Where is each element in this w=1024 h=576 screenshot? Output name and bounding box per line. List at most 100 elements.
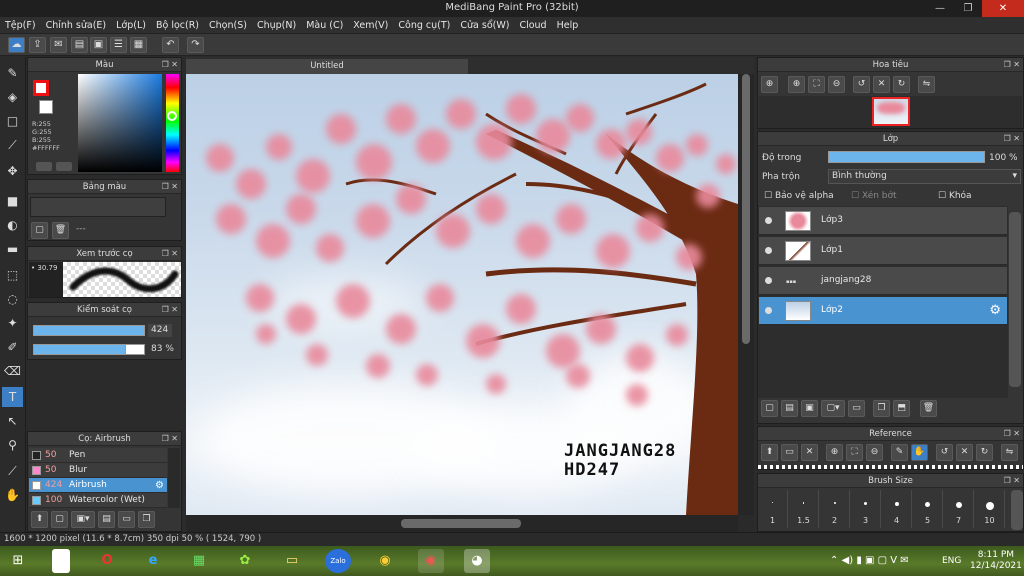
new-layer-icon[interactable]: ▢ bbox=[761, 400, 778, 417]
grid-icon[interactable]: ▦ bbox=[130, 37, 147, 53]
edge-icon[interactable]: e bbox=[140, 549, 166, 573]
horizontal-scroll-thumb[interactable] bbox=[401, 519, 521, 528]
brush-item[interactable]: 50 Pen bbox=[29, 448, 167, 463]
lasso-tool-icon[interactable]: ◌ bbox=[2, 289, 23, 309]
folder-icon[interactable]: ▭ bbox=[279, 549, 305, 573]
delete-palette-icon[interactable]: 🗑 bbox=[52, 222, 69, 239]
menu-view[interactable]: Xem(V) bbox=[348, 17, 393, 34]
zalo-icon[interactable]: Zalo bbox=[325, 549, 351, 573]
zoom-out-icon[interactable]: ⊖ bbox=[866, 444, 883, 461]
foreground-color-swatch[interactable] bbox=[33, 80, 49, 96]
comment-icon[interactable]: ✉ bbox=[50, 37, 67, 53]
fit-window-icon[interactable]: ⛶ bbox=[808, 76, 825, 93]
open-folder-icon[interactable]: ▭ bbox=[781, 444, 798, 461]
brush-item[interactable]: 50 Blur bbox=[29, 463, 167, 478]
new-halftone-layer-icon[interactable]: ▤ bbox=[781, 400, 798, 417]
eye-icon[interactable] bbox=[765, 307, 772, 314]
select-eraser-tool-icon[interactable]: ⌫ bbox=[2, 361, 23, 381]
new-brush-icon[interactable]: ▢ bbox=[51, 511, 68, 528]
layer-row[interactable]: Lớp1 bbox=[759, 237, 1007, 265]
divide-tool-icon[interactable]: ⟋ bbox=[2, 461, 23, 481]
palette-swatch-area[interactable] bbox=[30, 197, 166, 217]
hand-icon[interactable]: ✋ bbox=[911, 444, 928, 461]
eye-icon[interactable] bbox=[765, 277, 772, 284]
close-reference-icon[interactable]: ✕ bbox=[801, 444, 818, 461]
gear-icon[interactable]: ⚙ bbox=[155, 478, 164, 493]
duplicate-layer-icon[interactable]: ❐ bbox=[873, 400, 890, 417]
layer-menu-icon[interactable]: ▢▾ bbox=[821, 400, 845, 417]
layer-row[interactable]: Lớp3 bbox=[759, 207, 1007, 235]
operation-tool-icon[interactable]: ↖ bbox=[2, 411, 23, 431]
restore-button[interactable]: ❐ bbox=[954, 0, 982, 17]
merge-layer-icon[interactable]: ⬒ bbox=[893, 400, 910, 417]
new-palette-icon[interactable]: ▢ bbox=[31, 222, 48, 239]
menu-file[interactable]: Tệp(F) bbox=[0, 17, 41, 34]
eye-icon[interactable] bbox=[765, 217, 772, 224]
panel-close-icon[interactable]: ❐ ✕ bbox=[162, 58, 178, 72]
brush-size-option[interactable]: 10 bbox=[975, 490, 1005, 528]
opacity-slider[interactable] bbox=[33, 344, 145, 355]
remove-color-icon[interactable] bbox=[56, 162, 72, 171]
undo-button[interactable]: ↶ bbox=[162, 37, 179, 53]
gradient-tool-icon[interactable]: ▬ bbox=[2, 239, 23, 259]
eye-icon[interactable] bbox=[765, 247, 772, 254]
hand-tool-icon[interactable]: ✋ bbox=[2, 485, 23, 505]
hue-handle[interactable] bbox=[167, 111, 177, 121]
menu-edit[interactable]: Chỉnh sửa(E) bbox=[41, 17, 112, 34]
brush-size-option[interactable]: 3 bbox=[851, 490, 881, 528]
opera-icon[interactable]: O bbox=[94, 549, 120, 573]
flip-icon[interactable]: ⇋ bbox=[918, 76, 935, 93]
magic-wand-tool-icon[interactable]: ✦ bbox=[2, 313, 23, 333]
panel-close-icon[interactable]: ❐ ✕ bbox=[162, 432, 178, 446]
brush-size-option[interactable]: 5 bbox=[913, 490, 943, 528]
clock[interactable]: 8:11 PM 12/14/2021 bbox=[970, 550, 1022, 572]
menu-tools[interactable]: Công cụ(T) bbox=[393, 17, 455, 34]
blend-mode-select[interactable]: Bình thường ▾ bbox=[828, 169, 1021, 184]
medibang-icon[interactable]: ◕ bbox=[464, 549, 490, 573]
add-color-icon[interactable] bbox=[36, 162, 52, 171]
zoom-in-icon[interactable]: ⊕ bbox=[826, 444, 843, 461]
rotate-right-icon[interactable]: ↻ bbox=[976, 444, 993, 461]
text-tool-icon[interactable]: T bbox=[2, 387, 23, 407]
reset-view-icon[interactable]: ✕ bbox=[873, 76, 890, 93]
brush-size-option[interactable]: 4 bbox=[882, 490, 912, 528]
minimize-button[interactable]: — bbox=[926, 0, 954, 17]
delete-layer-icon[interactable]: 🗑 bbox=[920, 400, 937, 417]
panel-close-icon[interactable]: ❐ ✕ bbox=[1004, 427, 1020, 441]
brush-doc-icon[interactable]: ▤ bbox=[98, 511, 115, 528]
move-tool-icon[interactable]: ✥ bbox=[2, 161, 23, 181]
eyedropper-tool-icon[interactable]: ⚲ bbox=[2, 435, 23, 455]
menu-layer[interactable]: Lớp(L) bbox=[111, 17, 151, 34]
folder-icon[interactable]: ▭ bbox=[848, 400, 865, 417]
menu-color[interactable]: Màu (C) bbox=[301, 17, 348, 34]
brush-item[interactable]: 100 Watercolor (Wet) bbox=[29, 493, 167, 508]
fill-rect-tool-icon[interactable]: ■ bbox=[2, 191, 23, 211]
panel-close-icon[interactable]: ❐ ✕ bbox=[162, 180, 178, 194]
redo-button[interactable]: ↷ bbox=[187, 37, 204, 53]
clipping-checkbox[interactable]: ☐ Xén bớt bbox=[851, 191, 897, 201]
select-pen-tool-icon[interactable]: ✐ bbox=[2, 337, 23, 357]
layer-opacity-slider[interactable] bbox=[828, 151, 985, 163]
add-brush-icon[interactable]: ⬆ bbox=[31, 511, 48, 528]
chrome-icon[interactable]: ◉ bbox=[372, 549, 398, 573]
rotate-left-icon[interactable]: ↺ bbox=[936, 444, 953, 461]
layer-scrollbar[interactable] bbox=[1009, 212, 1021, 387]
brush-size-option[interactable]: 1.5 bbox=[789, 490, 819, 528]
layer-row[interactable]: ▪▪▪ jangjang28 bbox=[759, 267, 1007, 295]
brush-copy-icon[interactable]: ❐ bbox=[138, 511, 155, 528]
panel-close-icon[interactable]: ❐ ✕ bbox=[1004, 474, 1020, 488]
fit-window-icon[interactable]: ⛶ bbox=[846, 444, 863, 461]
vertical-scroll-thumb[interactable] bbox=[742, 74, 750, 344]
brush-size-option[interactable]: 7 bbox=[944, 490, 974, 528]
gear-icon[interactable]: ⚙ bbox=[989, 303, 1001, 318]
page-icon[interactable]: ▤ bbox=[71, 37, 88, 53]
select-tool-icon[interactable]: ⬚ bbox=[2, 265, 23, 285]
start-icon[interactable]: ⊞ bbox=[5, 549, 31, 573]
menu-filter[interactable]: Bộ lọc(R) bbox=[151, 17, 204, 34]
brush-list-scrollbar[interactable] bbox=[168, 448, 180, 508]
brush-item[interactable]: 424 Airbrush ⚙ bbox=[29, 478, 167, 493]
eyedropper-icon[interactable]: ✎ bbox=[891, 444, 908, 461]
cloud-icon[interactable]: ☁ bbox=[8, 37, 25, 53]
flip-icon[interactable]: ⇋ bbox=[1001, 444, 1018, 461]
upload-icon[interactable]: ⇪ bbox=[29, 37, 46, 53]
